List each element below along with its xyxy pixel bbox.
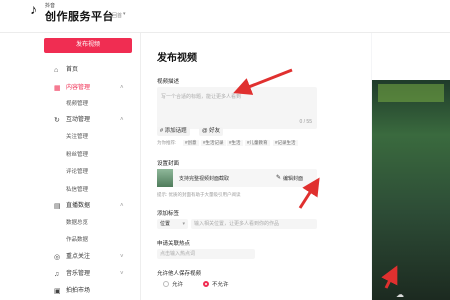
arrow-to-description [233, 68, 293, 95]
annotation-arrows [233, 68, 398, 289]
arrow-to-cover-edit [298, 177, 320, 209]
arrow-to-preview [381, 265, 398, 289]
